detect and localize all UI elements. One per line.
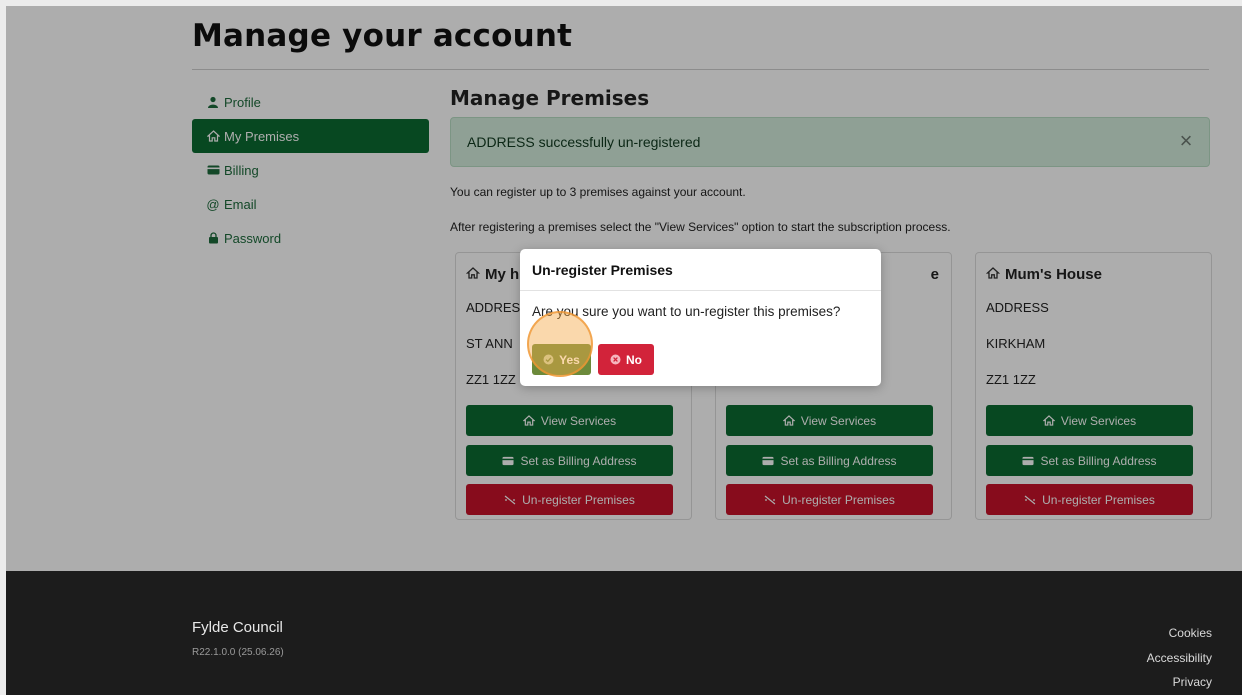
page: Manage your account Profile My Premises … xyxy=(6,6,1242,695)
confirm-no-button[interactable]: No xyxy=(598,344,654,375)
x-circle-icon xyxy=(610,354,621,365)
dialog-message: Are you sure you want to un-register thi… xyxy=(532,304,841,319)
footer-link-accessibility[interactable]: Accessibility xyxy=(1147,646,1212,671)
unregister-confirm-dialog: Un-register Premises Are you sure you wa… xyxy=(520,249,881,386)
footer-brand: Fylde Council xyxy=(192,619,283,636)
confirm-yes-button[interactable]: Yes xyxy=(532,344,591,375)
check-circle-icon xyxy=(543,354,554,365)
footer-link-cookies[interactable]: Cookies xyxy=(1147,621,1212,646)
dialog-divider xyxy=(520,290,881,291)
site-footer: Fylde Council R22.1.0.0 (25.06.26) Cooki… xyxy=(6,571,1242,695)
footer-version: R22.1.0.0 (25.06.26) xyxy=(192,647,284,658)
footer-link-privacy[interactable]: Privacy xyxy=(1147,670,1212,695)
dialog-title: Un-register Premises xyxy=(532,262,673,278)
footer-links: Cookies Accessibility Privacy xyxy=(1147,621,1212,695)
